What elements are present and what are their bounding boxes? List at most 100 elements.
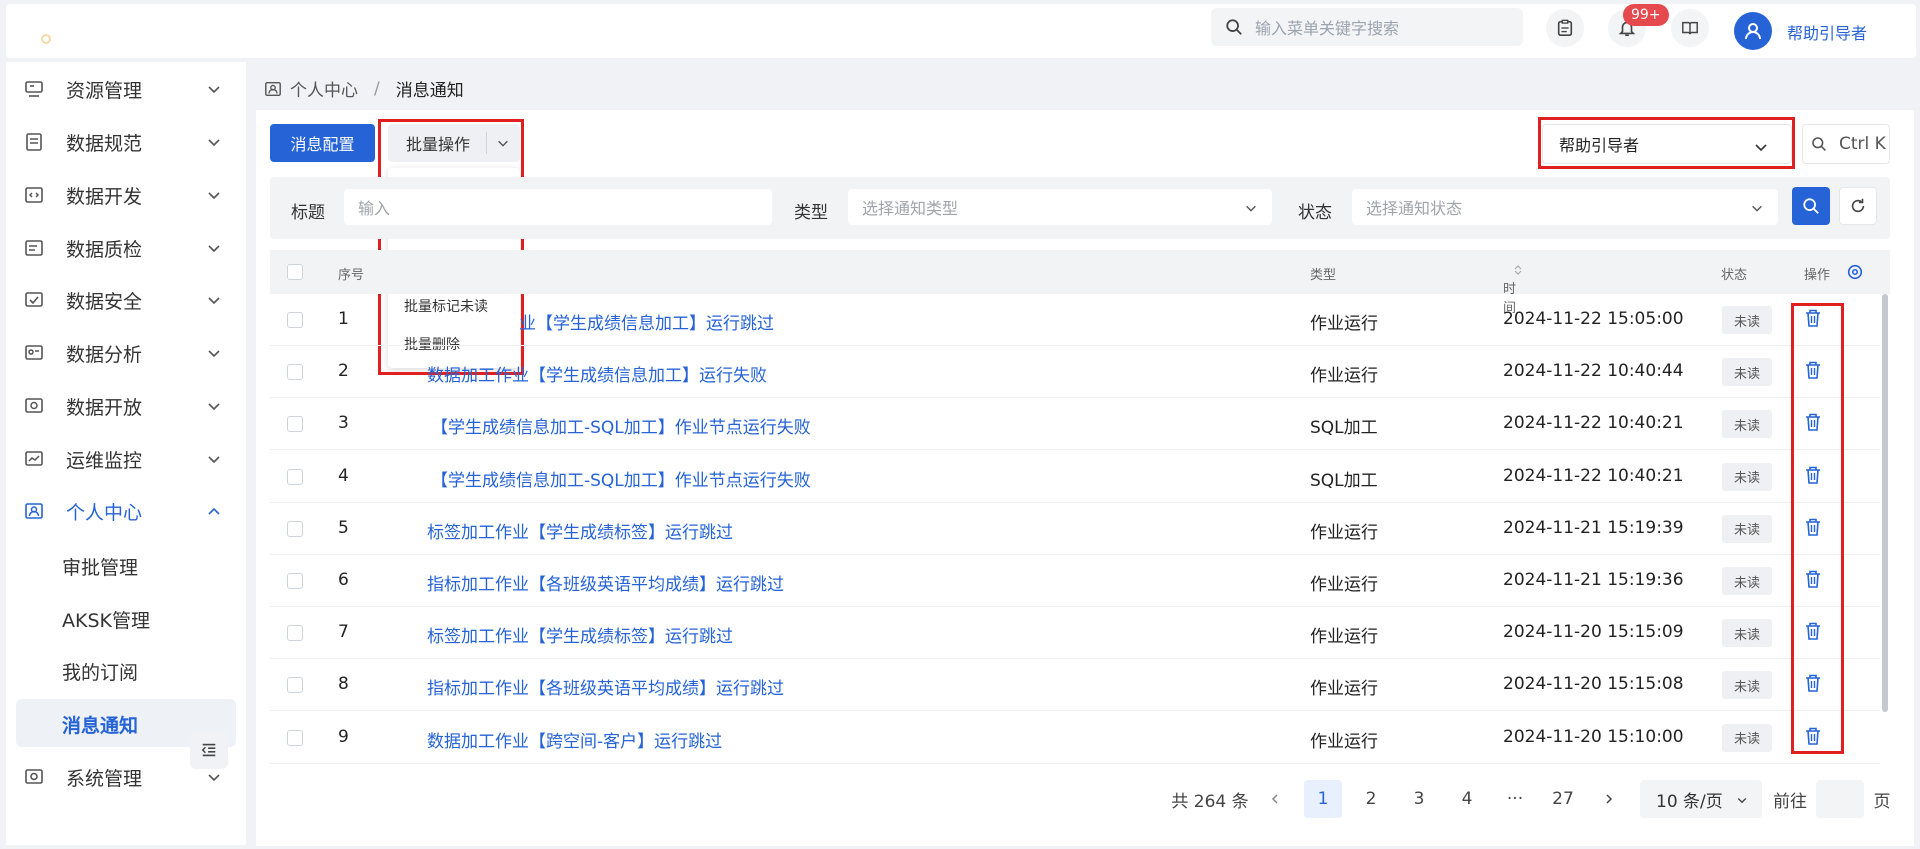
- search-button[interactable]: [1792, 187, 1830, 225]
- row-checkbox[interactable]: [287, 468, 303, 485]
- reset-button[interactable]: [1839, 187, 1877, 225]
- sort-icon: [1514, 265, 1522, 275]
- page-button[interactable]: 2: [1352, 780, 1390, 818]
- row-index: 9: [338, 726, 349, 747]
- table-row[interactable]: 6 指标加工作业【各班级英语平均成绩】运行跳过 作业运行 2024-11-21 15:…: [270, 555, 1880, 607]
- docs-button[interactable]: [1671, 9, 1709, 47]
- row-time: 2024-11-21 15:19:39: [1503, 517, 1684, 538]
- command-search-button[interactable]: Ctrl K: [1802, 124, 1890, 164]
- collapse-sidebar-button[interactable]: [190, 731, 228, 769]
- status-filter-select[interactable]: 选择通知状态: [1352, 189, 1778, 225]
- page-button[interactable]: 1: [1304, 780, 1342, 818]
- logo: [41, 34, 51, 44]
- row-checkbox[interactable]: [287, 364, 303, 381]
- sidebar-item-0[interactable]: 资源管理: [22, 69, 222, 109]
- status-badge: 未读: [1722, 514, 1772, 543]
- shield-check-icon: [22, 288, 46, 312]
- indent-icon: [201, 743, 216, 757]
- search-icon: [1803, 198, 1819, 214]
- chevron-down-icon: [208, 139, 220, 147]
- select-all-checkbox[interactable]: [287, 264, 303, 280]
- sidebar-item-6[interactable]: 数据开放: [22, 386, 222, 426]
- header-index: 序号: [338, 268, 365, 283]
- row-type: 作业运行: [1310, 627, 1378, 648]
- breadcrumb-parent[interactable]: 个人中心: [290, 76, 358, 101]
- table-row[interactable]: 3 【学生成绩信息加工-SQL加工】作业节点运行失败 SQL加工 2024-11-22…: [270, 398, 1880, 451]
- table-row[interactable]: 9 数据加工作业【跨空间-客户】运行跳过 作业运行 2024-11-20 15:10:…: [270, 712, 1880, 764]
- avatar[interactable]: [1734, 12, 1772, 50]
- menu-search-input[interactable]: 输入菜单关键字搜索: [1211, 8, 1523, 46]
- sidebar-subitem-1[interactable]: AKSK管理: [62, 606, 150, 633]
- row-checkbox[interactable]: [287, 312, 303, 328]
- row-title-link[interactable]: 【学生成绩信息加工-SQL加工】作业节点运行失败: [431, 466, 811, 491]
- clipboard-button[interactable]: [1546, 9, 1584, 47]
- row-checkbox[interactable]: [287, 729, 303, 746]
- page-button[interactable]: 4: [1448, 780, 1486, 818]
- sidebar-item-5[interactable]: 数据分析: [22, 333, 222, 373]
- row-title-link[interactable]: 数据加工作业【学生成绩信息加工】运行失败: [427, 361, 767, 386]
- page-size-select[interactable]: 10 条/页: [1640, 780, 1762, 818]
- sidebar-item-1[interactable]: 数据规范: [22, 122, 222, 162]
- chevron-down-icon: [208, 245, 220, 253]
- row-checkbox[interactable]: [287, 625, 303, 642]
- table-row[interactable]: 7 标签加工作业【学生成绩标签】运行跳过 作业运行 2024-11-20 15:15:…: [270, 607, 1880, 660]
- row-checkbox[interactable]: [287, 677, 303, 694]
- title-filter-input[interactable]: 输入: [344, 189, 772, 225]
- row-title-link[interactable]: 数据加工作业【跨空间-客户】运行跳过: [427, 727, 722, 752]
- row-checkbox[interactable]: [287, 573, 303, 589]
- shortcut-label: Ctrl K: [1839, 134, 1886, 154]
- sidebar-item-8[interactable]: 个人中心: [22, 491, 222, 531]
- chevron-down-icon: [208, 86, 220, 94]
- table-row[interactable]: 8 指标加工作业【各班级英语平均成绩】运行跳过 作业运行 2024-11-20 15:…: [270, 659, 1880, 712]
- row-title-link[interactable]: 【学生成绩信息加工-SQL加工】作业节点运行失败: [431, 413, 811, 438]
- next-page-button[interactable]: [1592, 780, 1626, 818]
- prev-page-button[interactable]: [1258, 780, 1292, 818]
- sidebar-item-2[interactable]: 数据开发: [22, 175, 222, 215]
- row-index: 4: [338, 465, 349, 486]
- column-settings-icon[interactable]: [1846, 263, 1864, 281]
- status-badge: 未读: [1722, 462, 1772, 491]
- sidebar-item-label: 数据开发: [66, 185, 143, 208]
- row-title-link[interactable]: 指标加工作业【各班级英语平均成绩】运行跳过: [427, 570, 784, 595]
- sidebar-item-3[interactable]: 数据质检: [22, 228, 222, 268]
- chevron-down-icon: [1246, 205, 1256, 212]
- chevron-left-icon: [1271, 794, 1278, 804]
- table-row[interactable]: 2 数据加工作业【学生成绩信息加工】运行失败 作业运行 2024-11-22 10:4…: [270, 346, 1880, 399]
- table-row[interactable]: 5 标签加工作业【学生成绩标签】运行跳过 作业运行 2024-11-21 15:19:…: [270, 503, 1880, 555]
- sidebar-subitem-2[interactable]: 我的订阅: [62, 658, 138, 685]
- username[interactable]: 帮助引导者: [1787, 20, 1867, 44]
- table-row[interactable]: 4 【学生成绩信息加工-SQL加工】作业节点运行失败 SQL加工 2024-11-22…: [270, 451, 1880, 503]
- row-checkbox[interactable]: [287, 416, 303, 433]
- row-title-link[interactable]: 标签加工作业【学生成绩标签】运行跳过: [427, 622, 733, 647]
- row-type: 作业运行: [1310, 522, 1378, 543]
- chevron-down-icon: [208, 192, 220, 200]
- message-config-button[interactable]: 消息配置: [270, 124, 375, 162]
- row-title-link[interactable]: 业【学生成绩信息加工】运行跳过: [519, 309, 774, 334]
- page-button[interactable]: 3: [1400, 780, 1438, 818]
- page-button[interactable]: 27: [1544, 780, 1582, 818]
- row-type: 作业运行: [1310, 575, 1378, 595]
- row-index: 2: [338, 361, 349, 382]
- analytics-icon: [22, 341, 46, 365]
- sidebar-subitem-3[interactable]: 消息通知: [62, 711, 138, 738]
- sidebar-item-4[interactable]: 数据安全: [22, 280, 222, 320]
- row-title-link[interactable]: 指标加工作业【各班级英语平均成绩】运行跳过: [427, 674, 784, 699]
- table-row[interactable]: 1 业【学生成绩信息加工】运行跳过 作业运行 2024-11-22 15:05:00 未…: [270, 294, 1880, 346]
- header-time[interactable]: 时间: [1503, 264, 1523, 316]
- pagination-ellipsis[interactable]: ···: [1496, 780, 1534, 818]
- chevron-down-icon: [208, 456, 220, 464]
- open-data-icon: [22, 394, 46, 418]
- table-scrollbar[interactable]: [1882, 294, 1888, 712]
- refresh-icon: [1851, 198, 1865, 213]
- status-badge: 未读: [1722, 671, 1772, 700]
- chevron-up-icon: [208, 507, 220, 515]
- sidebar-subitem-0[interactable]: 审批管理: [62, 553, 138, 580]
- row-index: 3: [338, 413, 349, 434]
- sidebar-item-7[interactable]: 运维监控: [22, 439, 222, 479]
- row-index: 1: [338, 309, 349, 329]
- goto-page-input[interactable]: [1816, 780, 1864, 818]
- row-title-link[interactable]: 标签加工作业【学生成绩标签】运行跳过: [427, 518, 733, 543]
- type-filter-select[interactable]: 选择通知类型: [848, 189, 1272, 225]
- row-checkbox[interactable]: [287, 520, 303, 537]
- sidebar-item-label: 数据分析: [66, 343, 143, 366]
